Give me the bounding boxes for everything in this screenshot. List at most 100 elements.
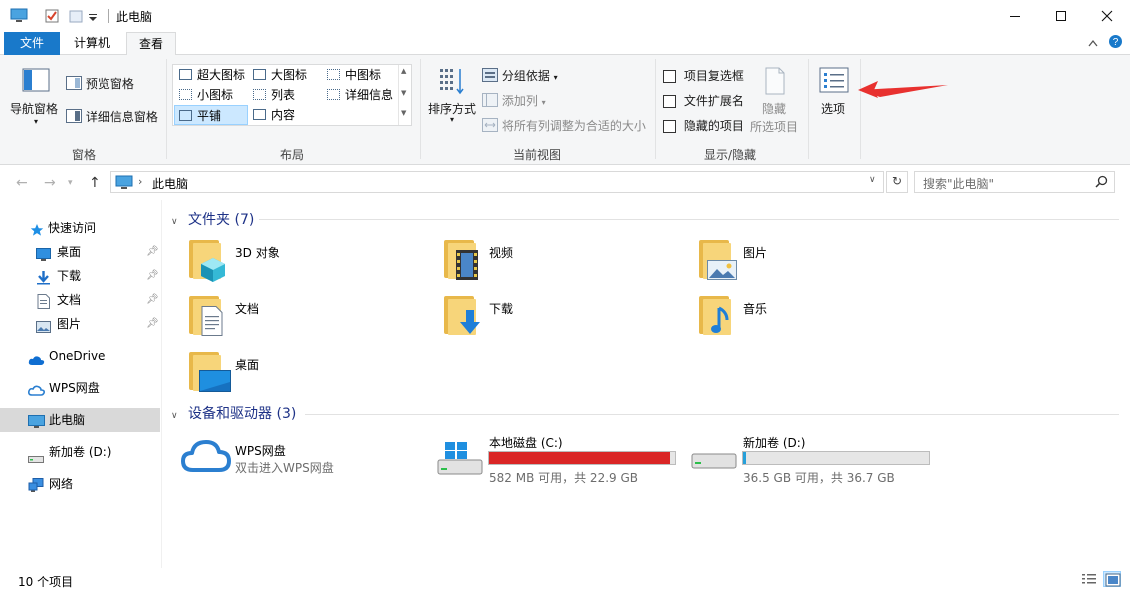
tab-computer[interactable]: 计算机 [64,32,120,56]
help-icon[interactable]: ? [1108,34,1123,52]
item-checkboxes-checkbox[interactable] [663,70,676,83]
pin-icon[interactable]: 📌︎ [146,240,159,264]
chevron-down-icon[interactable]: ∨ [171,411,178,421]
cloud-icon [28,350,45,365]
landscape-picture-icon [707,260,737,280]
extra-large-icons-icon [179,69,192,80]
layout-large-icons[interactable]: 大图标 [249,65,321,85]
drive-d-tile[interactable]: 新加卷 (D:) 36.5 GB 可用，共 36.7 GB [691,432,941,486]
folder-downloads[interactable]: 下载 [440,294,680,342]
forward-icon[interactable]: → [44,175,56,191]
tab-view[interactable]: 查看 [126,32,176,56]
nav-new-volume-d[interactable]: 新加卷 (D:) [0,440,160,464]
scroll-up-icon[interactable]: ▲ [401,67,406,75]
drive-c-tile[interactable]: 本地磁盘 (C:) 582 MB 可用，共 22.9 GB [437,432,687,486]
back-icon[interactable]: ← [16,175,28,191]
folder-3d-objects[interactable]: 3D 对象 [185,238,425,286]
nav-wps-drive[interactable]: WPS网盘 [0,376,160,400]
gallery-expand-icon[interactable]: ▼ [401,109,406,117]
nav-network[interactable]: 网络 [0,472,160,496]
nav-documents[interactable]: 文档 📌︎ [0,288,160,312]
drive-icon [28,448,44,463]
item-checkboxes-toggle[interactable]: 项目复选框 [663,67,744,84]
drive-c-name: 本地磁盘 (C:) [489,436,563,450]
layout-tiles[interactable]: 平铺 [174,105,248,125]
nav-desktop[interactable]: 桌面 📌︎ [0,240,160,264]
devices-section-header[interactable]: ∨ 设备和驱动器 (3) [171,403,296,425]
breadcrumb-separator-icon[interactable]: › [138,175,142,188]
layout-content[interactable]: 内容 [249,105,321,125]
quick-access-dropdown-icon[interactable] [88,11,98,25]
new-folder-icon[interactable] [68,8,84,27]
drive-d-subtitle: 36.5 GB 可用，共 36.7 GB [743,471,895,485]
hidden-items-toggle[interactable]: 隐藏的项目 [663,117,744,134]
maximize-button[interactable] [1038,0,1084,31]
hidden-items-checkbox[interactable] [663,120,676,133]
minimize-button[interactable] [992,0,1038,31]
hide-selected-label-2: 所选项目 [750,120,799,134]
wps-drive-tile[interactable]: WPS网盘 双击进入WPS网盘 [181,436,421,484]
search-icon[interactable] [1095,175,1108,191]
folder-label: 音乐 [743,302,768,316]
details-pane-button[interactable]: 详细信息窗格 [66,108,158,126]
nav-downloads[interactable]: 下载 📌︎ [0,264,160,288]
layout-small-icons[interactable]: 小图标 [175,85,249,105]
add-columns-button[interactable]: 添加列 ▾ [482,92,546,110]
folders-section-header[interactable]: ∨ 文件夹 (7) [171,209,254,231]
address-bar[interactable]: › 此电脑 ∨ [110,171,884,193]
file-extensions-checkbox[interactable] [663,95,676,108]
wps-drive-subtitle: 双击进入WPS网盘 [235,461,334,475]
layout-gallery-scroll[interactable]: ▲ ▼ ▼ [398,65,411,125]
folder-icon [699,240,737,280]
nav-pictures[interactable]: 图片 📌︎ [0,312,160,336]
file-extensions-toggle[interactable]: 文件扩展名 [663,92,744,109]
breadcrumb-this-pc[interactable]: 此电脑 [152,175,188,192]
layout-extra-large-icons[interactable]: 超大图标 [175,65,249,85]
folder-icon [189,296,225,336]
content-pane: ∨ 文件夹 (7) 3D 对象 视频 图片 文档 下载 音乐 桌面 ∨ 设备和驱… [163,200,1130,568]
sort-by-button[interactable]: 排序方式 ▾ [426,65,480,135]
scroll-down-icon[interactable]: ▼ [401,89,406,97]
pin-icon[interactable]: 📌︎ [146,264,159,288]
download-icon [460,310,480,334]
recent-locations-icon[interactable]: ▾ [68,178,73,188]
medium-icons-icon [327,69,340,80]
folder-desktop[interactable]: 桌面 [185,350,425,398]
layout-medium-icons[interactable]: 中图标 [323,65,397,85]
folder-videos[interactable]: 视频 [440,238,680,286]
layout-details[interactable]: 详细信息 [323,85,397,105]
folder-music[interactable]: 音乐 [695,294,935,342]
address-row: ← → ▾ ↑ › 此电脑 ∨ ↻ 搜索"此电脑" [0,166,1130,200]
refresh-button[interactable]: ↻ [886,171,908,193]
navigation-pane-button[interactable]: 导航窗格 ▾ [10,65,62,135]
collapse-ribbon-icon[interactable] [1088,37,1098,50]
chevron-down-icon[interactable]: ∨ [171,217,178,227]
drive-d-usage-fill [743,452,746,464]
folder-pictures[interactable]: 图片 [695,238,935,286]
computer-icon [115,175,133,193]
pin-icon[interactable]: 📌︎ [146,288,159,312]
search-input[interactable]: 搜索"此电脑" [914,171,1115,193]
group-by-button[interactable]: 分组依据 ▾ [482,67,558,85]
properties-icon[interactable] [44,8,60,27]
layout-list[interactable]: 列表 [249,85,321,105]
address-dropdown-icon[interactable]: ∨ [869,175,876,185]
preview-pane-button[interactable]: 预览窗格 [66,75,134,93]
up-icon[interactable]: ↑ [89,175,101,191]
group-by-dropdown-icon: ▾ [553,73,558,82]
details-view-icon[interactable] [1082,573,1096,588]
nav-this-pc[interactable]: 此电脑 [0,408,160,432]
group-label-current-view: 当前视图 [513,148,562,162]
close-button[interactable] [1084,0,1130,31]
nav-onedrive[interactable]: OneDrive [0,344,160,368]
hide-selected-button[interactable]: 隐藏 所选项目 [750,65,802,135]
large-icons-view-icon[interactable] [1103,571,1121,587]
folder-icon [444,240,480,280]
options-button[interactable]: 选项 [814,65,854,135]
folder-documents[interactable]: 文档 [185,294,425,342]
pin-icon[interactable]: 📌︎ [146,312,159,336]
nav-quick-access[interactable]: 快速访问 [0,216,160,240]
fit-columns-button[interactable]: 将所有列调整为合适的大小 [482,117,646,135]
group-label-show-hide: 显示/隐藏 [704,148,757,162]
tab-file[interactable]: 文件 [4,32,60,55]
